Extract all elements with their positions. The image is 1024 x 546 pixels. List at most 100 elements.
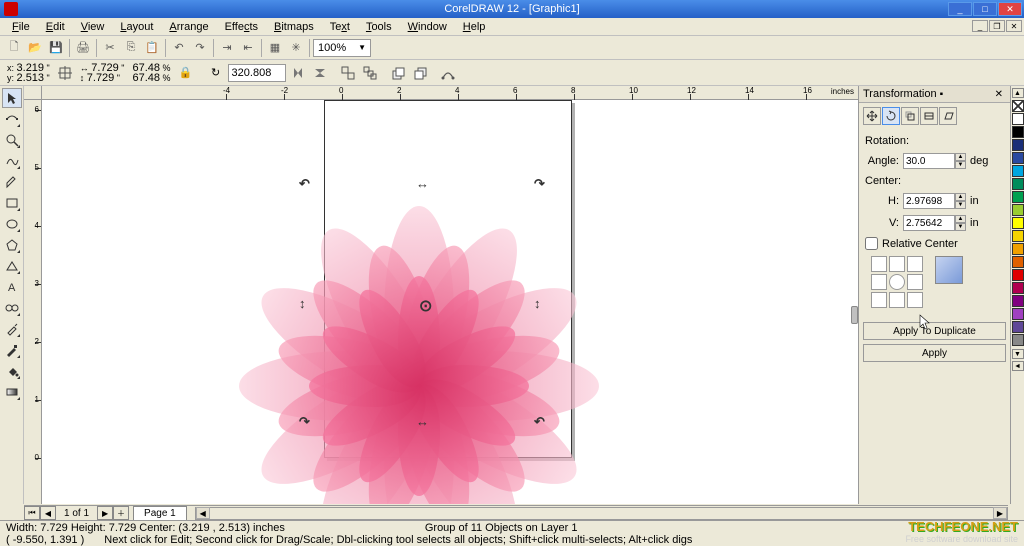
center-h-input[interactable] — [903, 193, 955, 209]
convert-curves-icon[interactable] — [438, 63, 458, 83]
menu-view[interactable]: View — [73, 19, 113, 35]
fill-tool[interactable] — [2, 361, 22, 381]
rotate-handle-tl[interactable]: ↶ — [299, 176, 310, 192]
tab-scale[interactable] — [901, 107, 919, 125]
docker-splitter[interactable] — [851, 306, 858, 324]
apply-duplicate-button[interactable]: Apply To Duplicate — [863, 322, 1006, 340]
ruler-corner[interactable] — [24, 86, 42, 100]
mdi-minimize[interactable]: _ — [972, 20, 988, 32]
shape-tool[interactable] — [2, 109, 22, 129]
basic-shapes-tool[interactable] — [2, 256, 22, 276]
rotate-handle-tr[interactable]: ↷ — [534, 176, 545, 192]
mirror-h-icon[interactable] — [288, 63, 308, 83]
menu-file[interactable]: File — [4, 19, 38, 35]
tab-skew[interactable] — [939, 107, 957, 125]
swatch-17[interactable] — [1012, 334, 1024, 346]
minimize-button[interactable]: _ — [948, 2, 972, 16]
prev-page-button[interactable]: ◀ — [40, 506, 56, 520]
cut-icon[interactable]: ✂ — [100, 38, 120, 58]
swatch-9[interactable] — [1012, 230, 1024, 242]
tab-size[interactable] — [920, 107, 938, 125]
import-icon[interactable]: ⇥ — [217, 38, 237, 58]
swatch-16[interactable] — [1012, 321, 1024, 333]
to-front-icon[interactable] — [388, 63, 408, 83]
next-page-button[interactable]: ▶ — [97, 506, 113, 520]
menu-text[interactable]: Text — [322, 19, 358, 35]
position-icon[interactable] — [55, 63, 75, 83]
scroll-right[interactable]: ▶ — [993, 507, 1007, 519]
new-icon[interactable]: 🗋 — [4, 38, 24, 58]
zoom-tool[interactable] — [2, 130, 22, 150]
rotate-handle-br[interactable]: ↶ — [534, 414, 545, 430]
zoom-combo[interactable]: 100% ▼ — [313, 39, 371, 57]
angle-input[interactable] — [903, 153, 955, 169]
swatch-1[interactable] — [1012, 126, 1024, 138]
angle-up[interactable]: ▲ — [955, 153, 966, 161]
interactive-fill-tool[interactable] — [2, 382, 22, 402]
mirror-v-icon[interactable] — [310, 63, 330, 83]
mdi-close[interactable]: ✕ — [1006, 20, 1022, 32]
save-icon[interactable]: 💾 — [46, 38, 66, 58]
print-icon[interactable]: 🖨 — [73, 38, 93, 58]
to-back-icon[interactable] — [410, 63, 430, 83]
ungroup-all-icon[interactable] — [360, 63, 380, 83]
docker-close-icon[interactable]: ✕ — [992, 89, 1006, 100]
anchor-center[interactable] — [889, 274, 905, 290]
ellipse-tool[interactable] — [2, 214, 22, 234]
menu-help[interactable]: Help — [455, 19, 494, 35]
relative-center-checkbox[interactable] — [865, 237, 878, 250]
swatch-4[interactable] — [1012, 165, 1024, 177]
rotate-handle-bl[interactable]: ↷ — [299, 414, 310, 430]
open-icon[interactable]: 📂 — [25, 38, 45, 58]
swatch-5[interactable] — [1012, 178, 1024, 190]
polygon-tool[interactable] — [2, 235, 22, 255]
paste-icon[interactable]: 📋 — [142, 38, 162, 58]
center-v-input[interactable] — [903, 215, 955, 231]
h-up[interactable]: ▲ — [955, 193, 966, 201]
v-down[interactable]: ▼ — [955, 223, 966, 231]
swatch-10[interactable] — [1012, 243, 1024, 255]
skew-handle-r[interactable]: ↕ — [534, 296, 541, 311]
menu-edit[interactable]: Edit — [38, 19, 73, 35]
swatch-0[interactable] — [1012, 113, 1024, 125]
anchor-mr[interactable] — [907, 274, 923, 290]
lock-ratio-icon[interactable]: 🔒 — [176, 63, 196, 83]
anchor-tc[interactable] — [889, 256, 905, 272]
menu-bitmaps[interactable]: Bitmaps — [266, 19, 322, 35]
menu-tools[interactable]: Tools — [358, 19, 400, 35]
tab-position[interactable] — [863, 107, 881, 125]
menu-window[interactable]: Window — [400, 19, 455, 35]
add-page-button[interactable]: ＋ — [113, 506, 129, 520]
swatch-6[interactable] — [1012, 191, 1024, 203]
anchor-bl[interactable] — [871, 292, 887, 308]
page-tab[interactable]: Page 1 — [133, 506, 187, 520]
swatch-3[interactable] — [1012, 152, 1024, 164]
palette-up-icon[interactable]: ▲ — [1012, 88, 1024, 98]
v-up[interactable]: ▲ — [955, 215, 966, 223]
maximize-button[interactable]: □ — [973, 2, 997, 16]
undo-icon[interactable]: ↶ — [169, 38, 189, 58]
skew-handle-l[interactable]: ↕ — [299, 296, 306, 311]
mdi-restore[interactable]: ❐ — [989, 20, 1005, 32]
center-marker[interactable]: ⊙ — [419, 296, 432, 316]
angle-down[interactable]: ▼ — [955, 161, 966, 169]
swatch-8[interactable] — [1012, 217, 1024, 229]
close-button[interactable]: ✕ — [998, 2, 1022, 16]
pick-tool[interactable] — [2, 88, 22, 108]
eyedropper-tool[interactable] — [2, 319, 22, 339]
anchor-tl[interactable] — [871, 256, 887, 272]
corel-online-icon[interactable]: ✳ — [286, 38, 306, 58]
smart-drawing-tool[interactable] — [2, 172, 22, 192]
swatch-13[interactable] — [1012, 282, 1024, 294]
swatch-11[interactable] — [1012, 256, 1024, 268]
palette-flyout-icon[interactable]: ◄ — [1012, 361, 1024, 371]
anchor-tr[interactable] — [907, 256, 923, 272]
swatch-none[interactable] — [1012, 100, 1024, 112]
canvas-area[interactable]: inches -4-20246810121416 6543210 — [24, 86, 858, 504]
text-tool[interactable]: A — [2, 277, 22, 297]
apply-button[interactable]: Apply — [863, 344, 1006, 362]
skew-handle-t[interactable]: ↔ — [416, 176, 429, 191]
anchor-bc[interactable] — [889, 292, 905, 308]
menu-layout[interactable]: Layout — [112, 19, 161, 35]
rectangle-tool[interactable] — [2, 193, 22, 213]
